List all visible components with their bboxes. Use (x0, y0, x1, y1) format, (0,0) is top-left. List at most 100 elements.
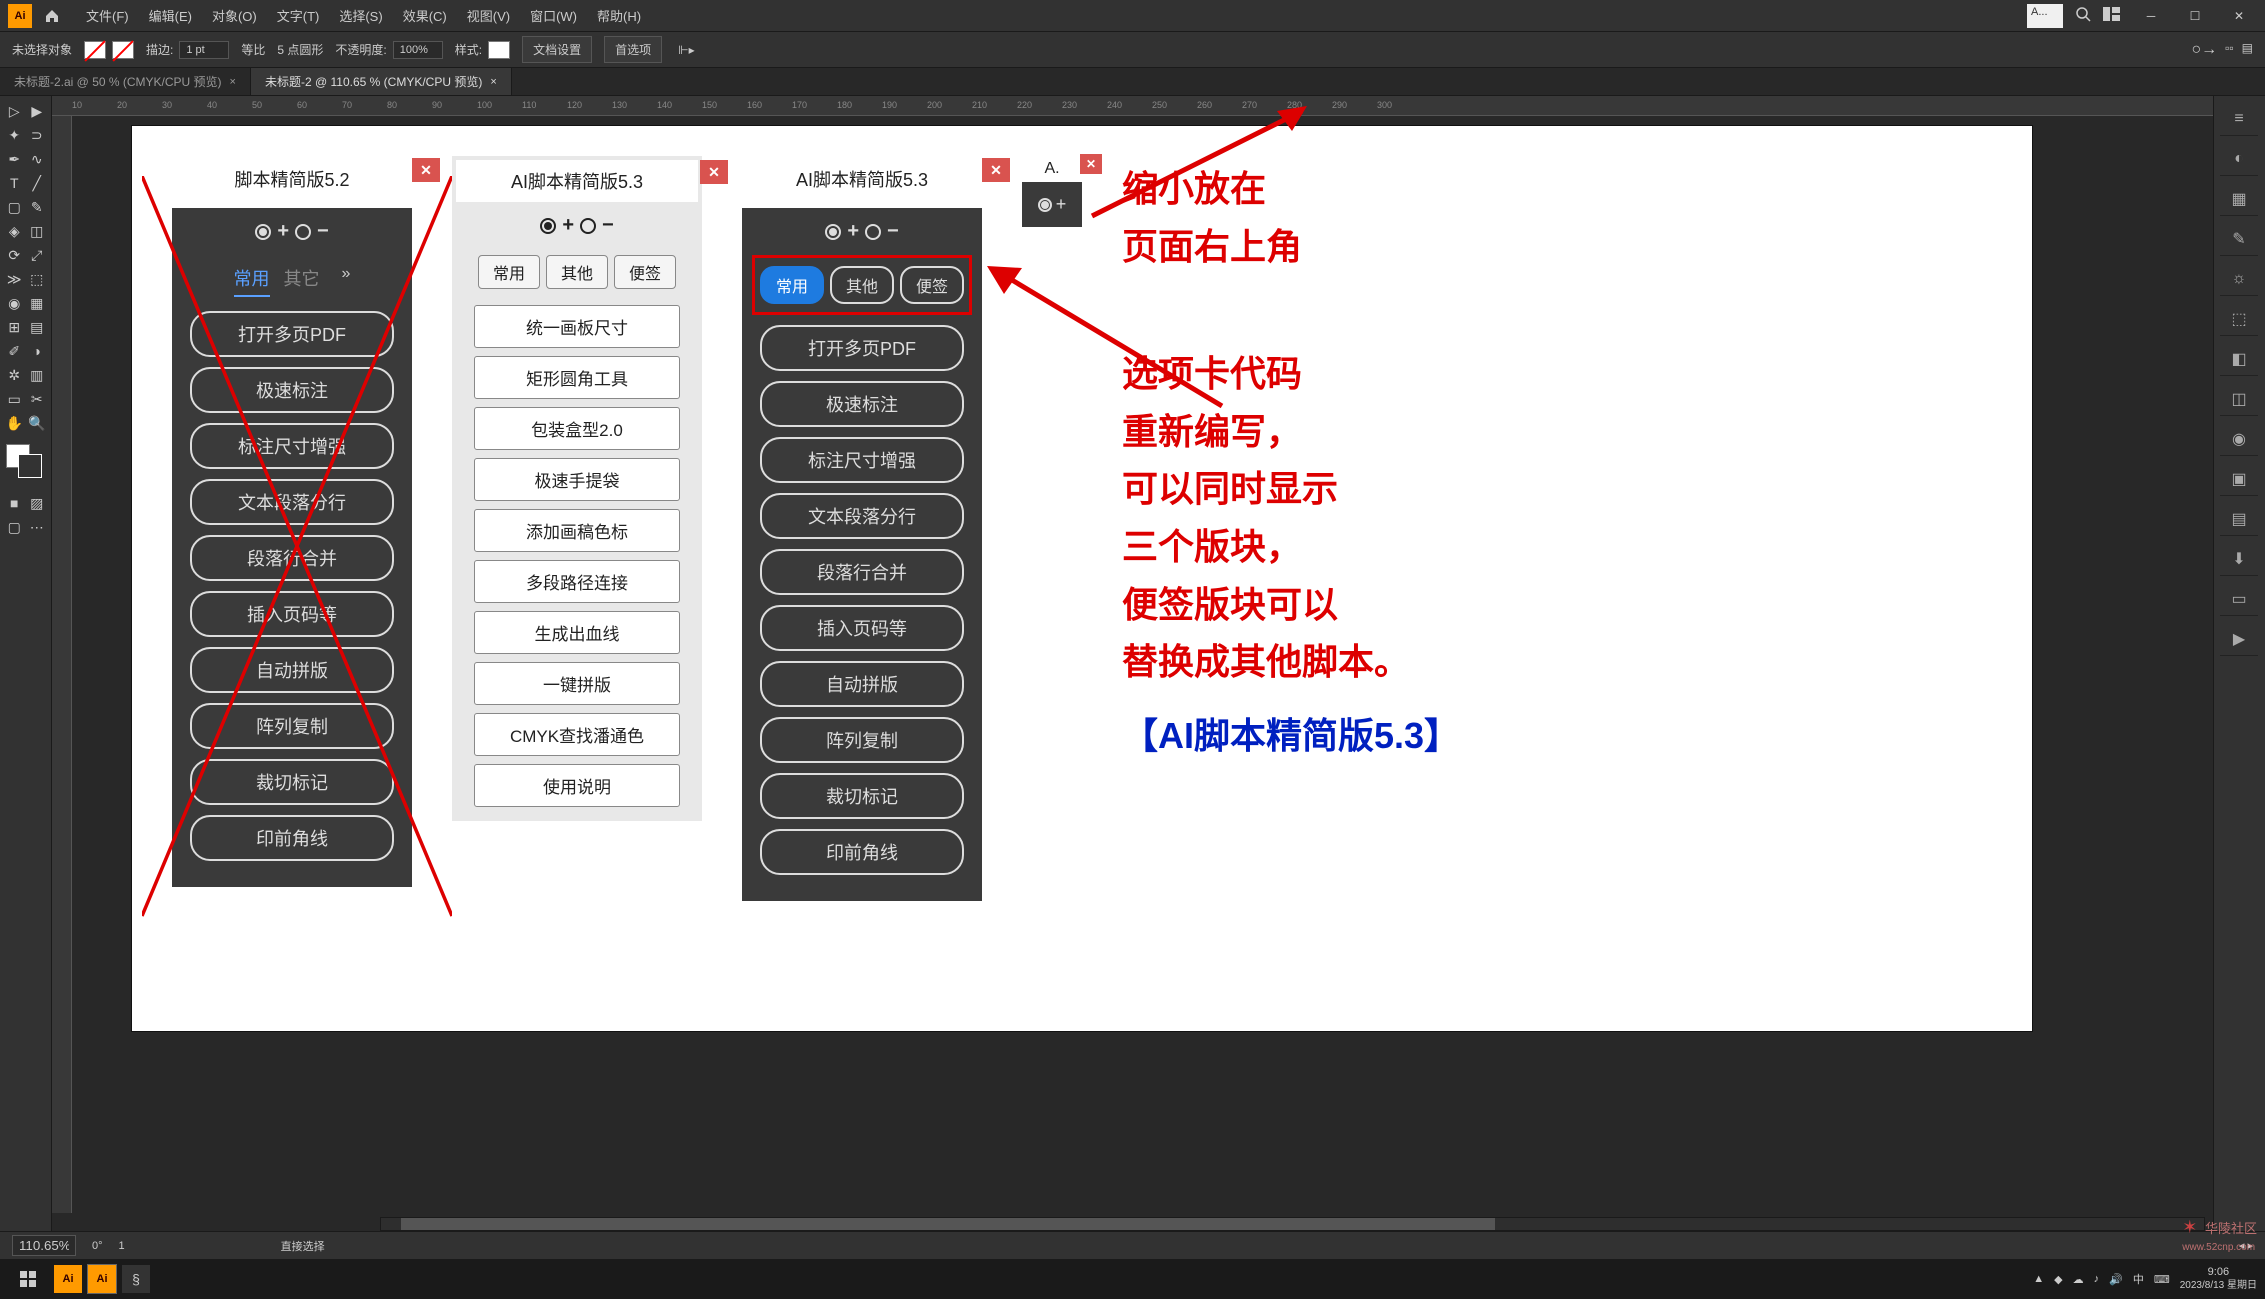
search-icon[interactable] (2075, 6, 2091, 25)
screen-mode-icon[interactable]: ▢ (4, 516, 25, 538)
script-button[interactable]: 极速标注 (190, 367, 394, 413)
maximize-button[interactable]: ☐ (2177, 4, 2213, 28)
chevron-right-icon[interactable]: » (334, 265, 351, 297)
menu-file[interactable]: 文件(F) (76, 2, 139, 29)
free-transform-tool[interactable]: ⬚ (27, 268, 48, 290)
tab-common[interactable]: 常用 (478, 255, 540, 289)
fill-swatch[interactable] (84, 41, 106, 59)
edit-toolbar-icon[interactable]: ⋯ (27, 516, 48, 538)
taskbar-illustrator-icon[interactable]: Ai (54, 1265, 82, 1293)
perspective-tool[interactable]: ▦ (27, 292, 48, 314)
tab-other[interactable]: 其他 (830, 266, 894, 304)
rectangle-tool[interactable]: ▢ (4, 196, 25, 218)
gradient-tool[interactable]: ▤ (27, 316, 48, 338)
width-tool[interactable]: ≫ (4, 268, 25, 290)
tab-notes[interactable]: 便签 (614, 255, 676, 289)
stroke-weight-input[interactable] (179, 41, 229, 59)
plus-icon[interactable]: + (1056, 194, 1067, 215)
magic-wand-tool[interactable]: ✦ (4, 124, 25, 146)
script-button[interactable]: 印前角线 (190, 815, 394, 861)
color-panel-icon[interactable]: ◐ (2220, 142, 2258, 176)
gradient-mode-icon[interactable]: ▨ (27, 492, 48, 514)
tray-icon[interactable]: ☁ (2073, 1273, 2084, 1286)
align-icon[interactable]: ⊩▸ (678, 43, 694, 57)
script-button[interactable]: 打开多页PDF (760, 325, 964, 371)
shape-builder-tool[interactable]: ◉ (4, 292, 25, 314)
properties-panel-icon[interactable]: ≡ (2220, 102, 2258, 136)
script-button[interactable]: 添加画稿色标 (474, 509, 680, 552)
pen-tool[interactable]: ✒ (4, 148, 25, 170)
menu-object[interactable]: 对象(O) (202, 2, 267, 29)
taskbar-clock[interactable]: 9:06 2023/8/13 星期日 (2180, 1266, 2257, 1291)
graph-tool[interactable]: ▥ (27, 364, 48, 386)
rotate-tool[interactable]: ⟳ (4, 244, 25, 266)
script-button[interactable]: 自动拼版 (760, 661, 964, 707)
script-button[interactable]: 标注尺寸增强 (190, 423, 394, 469)
appearance-panel-icon[interactable]: ◉ (2220, 422, 2258, 456)
minus-icon[interactable]: − (887, 220, 899, 243)
script-button[interactable]: 印前角线 (760, 829, 964, 875)
scale-tool[interactable]: ⤢ (27, 244, 48, 266)
radio-off-icon[interactable] (865, 224, 881, 240)
radio-on-icon[interactable] (540, 218, 556, 234)
radio-off-icon[interactable] (580, 218, 596, 234)
tray-keyboard-icon[interactable]: ⌨ (2154, 1273, 2170, 1286)
tray-ime-icon[interactable]: 中 (2133, 1271, 2144, 1287)
tab-notes[interactable]: 便签 (900, 266, 964, 304)
tab-common[interactable]: 常用 (234, 265, 270, 297)
symbols-panel-icon[interactable]: ☼ (2220, 262, 2258, 296)
menu-type[interactable]: 文字(T) (267, 2, 330, 29)
opacity-input[interactable] (393, 41, 443, 59)
artboard-tool[interactable]: ▭ (4, 388, 25, 410)
minus-icon[interactable]: − (317, 220, 329, 243)
paintbrush-tool[interactable]: ✎ (27, 196, 48, 218)
graphic-styles-panel-icon[interactable]: ▣ (2220, 462, 2258, 496)
tray-icon[interactable]: ▲ (2033, 1273, 2044, 1285)
workspace-switcher-icon[interactable] (2103, 7, 2121, 24)
close-button[interactable]: ✕ (700, 160, 728, 184)
eyedropper-tool[interactable]: ✐ (4, 340, 25, 362)
script-button[interactable]: 打开多页PDF (190, 311, 394, 357)
script-button[interactable]: 极速标注 (760, 381, 964, 427)
taskbar-illustrator-icon[interactable]: Ai (88, 1265, 116, 1293)
doc-tab-1[interactable]: 未标题-2.ai @ 50 % (CMYK/CPU 预览) × (0, 68, 251, 95)
radio-on-icon[interactable] (1038, 198, 1052, 212)
shaper-tool[interactable]: ◈ (4, 220, 25, 242)
script-button[interactable]: 裁切标记 (760, 773, 964, 819)
script-button[interactable]: 多段路径连接 (474, 560, 680, 603)
tray-icon[interactable]: ♪ (2094, 1273, 2100, 1285)
zoom-tool[interactable]: 🔍 (27, 412, 48, 434)
close-icon[interactable]: × (490, 76, 496, 88)
plus-icon[interactable]: + (847, 220, 859, 243)
tab-common[interactable]: 常用 (760, 266, 824, 304)
close-button[interactable]: ✕ (412, 158, 440, 182)
artboards-panel-icon[interactable]: ▭ (2220, 582, 2258, 616)
minus-icon[interactable]: − (602, 214, 614, 237)
preferences-button[interactable]: 首选项 (604, 36, 662, 63)
script-button[interactable]: CMYK查找潘通色 (474, 713, 680, 756)
menu-window[interactable]: 窗口(W) (520, 2, 587, 29)
plus-icon[interactable]: + (562, 214, 574, 237)
close-button[interactable]: ✕ (1080, 154, 1102, 174)
stroke-swatch[interactable] (112, 41, 134, 59)
tab-other[interactable]: 其他 (546, 255, 608, 289)
close-button[interactable]: ✕ (2221, 4, 2257, 28)
layers-panel-icon[interactable]: ▤ (2220, 502, 2258, 536)
script-button[interactable]: 生成出血线 (474, 611, 680, 654)
brushes-panel-icon[interactable]: ✎ (2220, 222, 2258, 256)
minimize-button[interactable]: ─ (2133, 4, 2169, 28)
close-button[interactable]: ✕ (982, 158, 1010, 182)
hand-tool[interactable]: ✋ (4, 412, 25, 434)
script-button[interactable]: 包装盒型2.0 (474, 407, 680, 450)
script-button[interactable]: 裁切标记 (190, 759, 394, 805)
zoom-input[interactable] (12, 1235, 76, 1256)
swatches-panel-icon[interactable]: ▦ (2220, 182, 2258, 216)
color-mode-icon[interactable]: ■ (4, 492, 25, 514)
script-button[interactable]: 统一画板尺寸 (474, 305, 680, 348)
radio-off-icon[interactable] (295, 224, 311, 240)
script-button[interactable]: 一键拼版 (474, 662, 680, 705)
radio-on-icon[interactable] (255, 224, 271, 240)
taskbar-app-icon[interactable]: § (122, 1265, 150, 1293)
start-button[interactable] (8, 1263, 48, 1295)
transparency-panel-icon[interactable]: ◫ (2220, 382, 2258, 416)
